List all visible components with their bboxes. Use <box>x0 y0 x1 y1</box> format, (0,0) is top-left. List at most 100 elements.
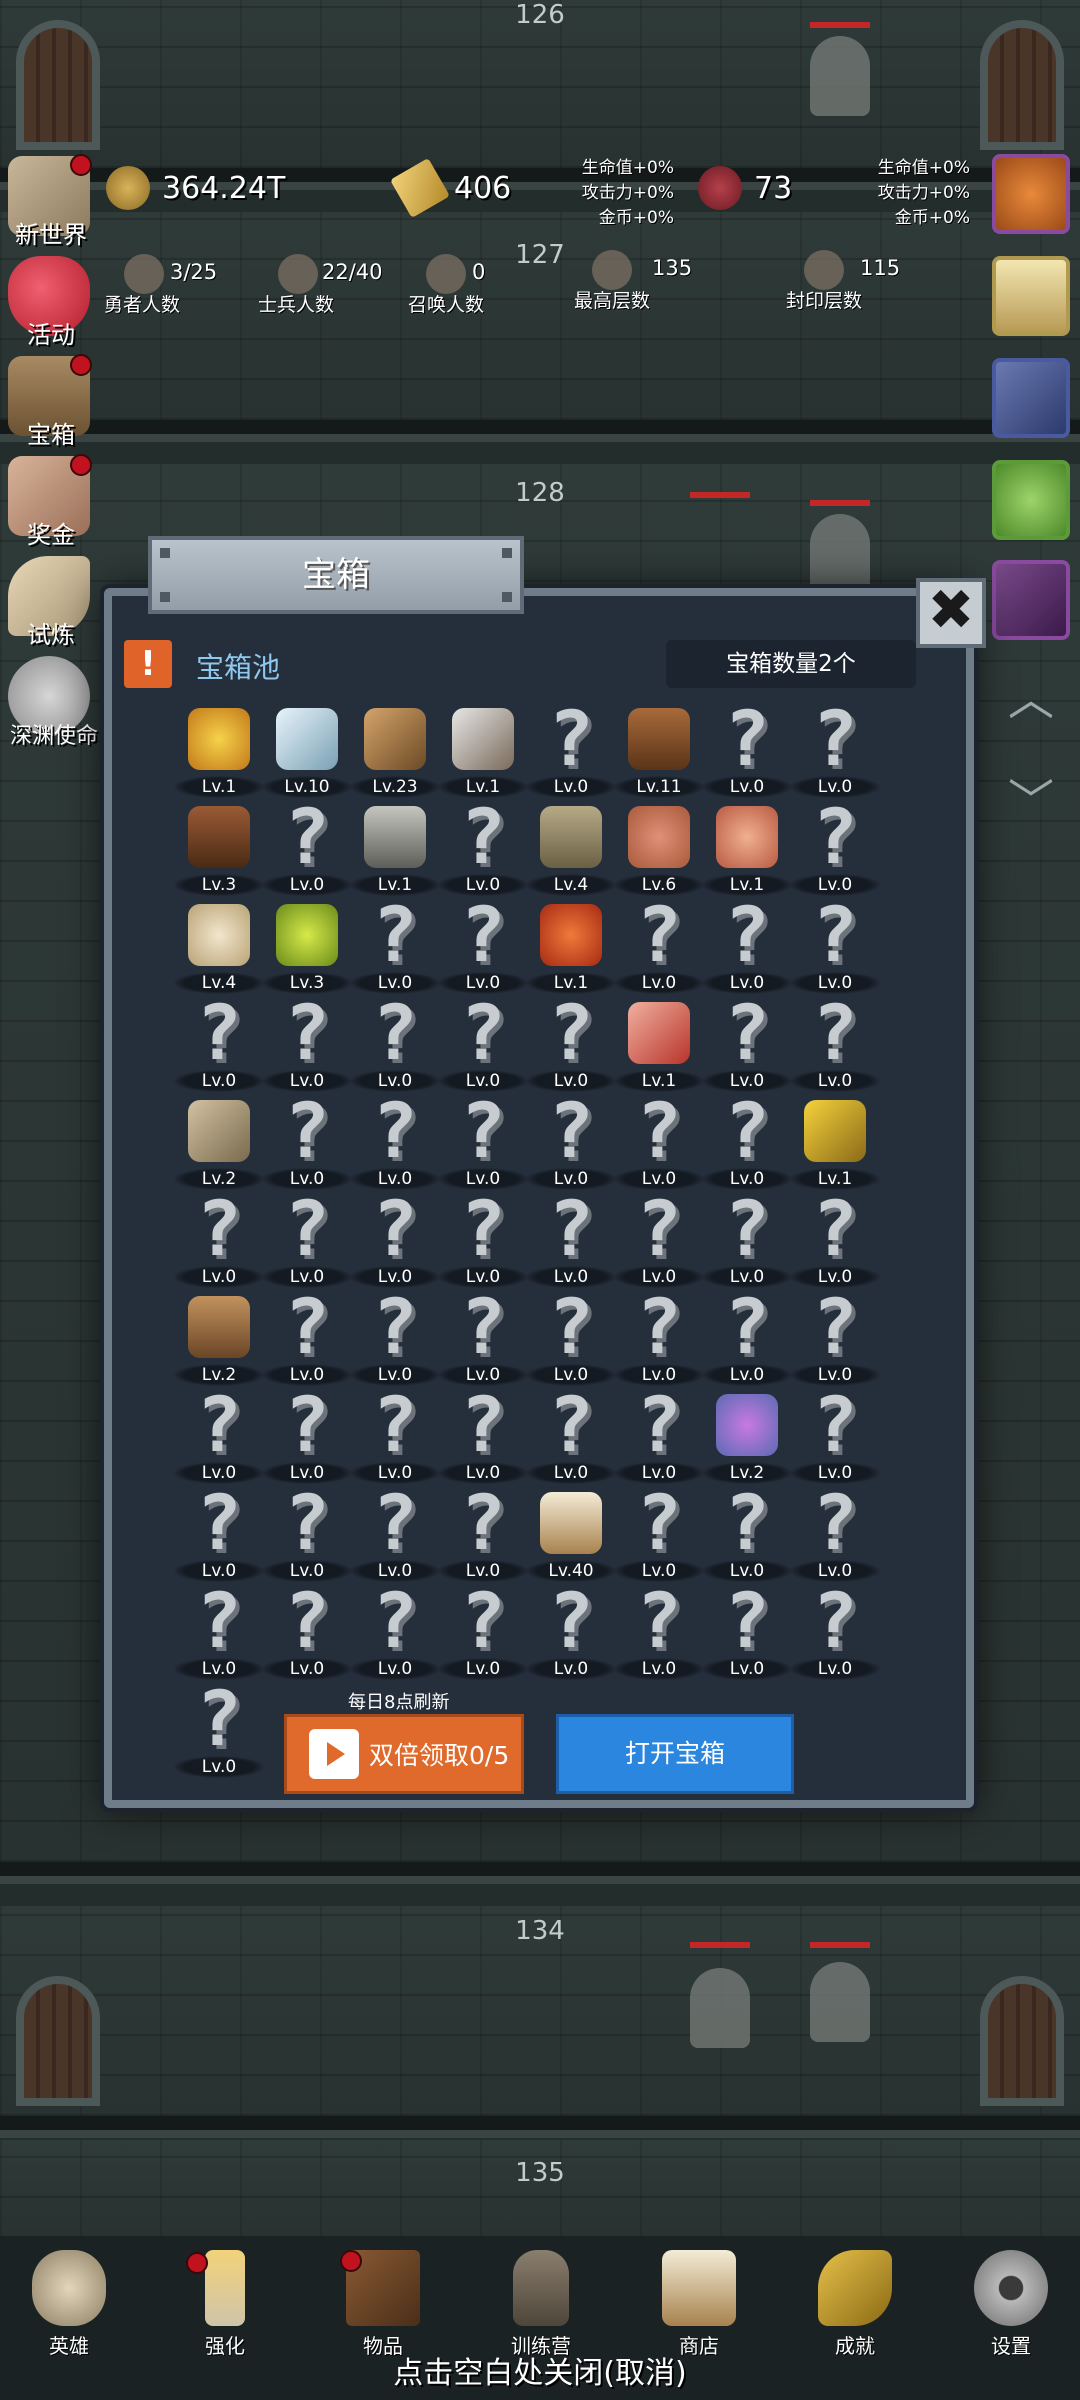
chest-item-slot[interactable]: Lv.1 <box>174 700 264 798</box>
chest-item-slot[interactable]: ? Lv.0 <box>790 896 880 994</box>
chest-item-slot[interactable]: ? Lv.0 <box>438 1386 528 1484</box>
chest-item-slot[interactable]: ? Lv.0 <box>614 896 704 994</box>
chest-item-slot[interactable]: ? Lv.0 <box>614 1386 704 1484</box>
double-claim-button[interactable]: 双倍领取0/5 <box>284 1714 524 1794</box>
chest-item-slot[interactable]: Lv.1 <box>702 798 792 896</box>
chest-item-slot[interactable]: ? Lv.0 <box>262 1190 352 1288</box>
chest-item-slot[interactable]: ? Lv.0 <box>702 1484 792 1582</box>
chest-item-slot[interactable]: ? Lv.0 <box>262 1092 352 1190</box>
chest-item-slot[interactable]: ? Lv.0 <box>174 1680 264 1778</box>
side-activity[interactable]: 活动 <box>0 256 96 349</box>
scroll-up-icon[interactable]: ︿ <box>996 664 1066 734</box>
chest-item-slot[interactable]: Lv.10 <box>262 700 352 798</box>
scroll-down-icon[interactable]: ﹀ <box>996 766 1066 836</box>
chest-item-slot[interactable]: Lv.4 <box>174 896 264 994</box>
chest-item-slot[interactable]: ? Lv.0 <box>702 1190 792 1288</box>
side-abyss-mission[interactable]: 深渊使命 <box>0 656 98 749</box>
chest-item-slot[interactable]: ? Lv.0 <box>438 798 528 896</box>
chest-item-slot[interactable]: ? Lv.0 <box>174 1386 264 1484</box>
chest-item-slot[interactable]: ? Lv.0 <box>350 1386 440 1484</box>
chest-item-slot[interactable]: ? Lv.0 <box>350 994 440 1092</box>
chest-item-slot[interactable]: Lv.1 <box>790 1092 880 1190</box>
chest-item-slot[interactable]: ? Lv.0 <box>526 1092 616 1190</box>
tap-to-close-hint[interactable]: 点击空白处关闭(取消) <box>0 2348 1080 2392</box>
chest-item-slot[interactable]: Lv.2 <box>174 1288 264 1386</box>
chest-item-slot[interactable]: ? Lv.0 <box>790 1190 880 1288</box>
chest-item-slot[interactable]: Lv.1 <box>438 700 528 798</box>
chest-item-slot[interactable]: ? Lv.0 <box>350 1288 440 1386</box>
chest-item-slot[interactable]: ? Lv.0 <box>614 1484 704 1582</box>
nav-hero[interactable]: 英雄 <box>14 2236 124 2366</box>
book-event-icon[interactable] <box>992 358 1070 438</box>
chest-item-slot[interactable]: ? Lv.0 <box>614 1092 704 1190</box>
chest-item-slot[interactable]: ? Lv.0 <box>526 1582 616 1680</box>
chest-item-slot[interactable]: ? Lv.0 <box>262 1484 352 1582</box>
chest-item-slot[interactable]: ? Lv.0 <box>350 1484 440 1582</box>
chest-item-slot[interactable]: ? Lv.0 <box>614 1288 704 1386</box>
chest-item-slot[interactable]: ? Lv.0 <box>526 1190 616 1288</box>
chest-item-slot[interactable]: ? Lv.0 <box>262 1288 352 1386</box>
chest-item-slot[interactable]: ? Lv.0 <box>790 700 880 798</box>
chest-item-slot[interactable]: ? Lv.0 <box>350 1582 440 1680</box>
chest-item-slot[interactable]: ? Lv.0 <box>526 1386 616 1484</box>
chest-item-slot[interactable]: ? Lv.0 <box>526 700 616 798</box>
chest-item-slot[interactable]: ? Lv.0 <box>702 1092 792 1190</box>
chest-item-slot[interactable]: ? Lv.0 <box>790 994 880 1092</box>
chest-item-slot[interactable]: ? Lv.0 <box>438 896 528 994</box>
chest-item-slot[interactable]: Lv.6 <box>614 798 704 896</box>
chest-item-slot[interactable]: ? Lv.0 <box>702 994 792 1092</box>
chest-item-slot[interactable]: ? Lv.0 <box>526 1288 616 1386</box>
chest-item-slot[interactable]: ? Lv.0 <box>438 1190 528 1288</box>
chest-item-slot[interactable]: Lv.3 <box>262 896 352 994</box>
chest-item-slot[interactable]: ? Lv.0 <box>350 1092 440 1190</box>
chest-item-slot[interactable]: Lv.3 <box>174 798 264 896</box>
chest-item-slot[interactable]: ? Lv.0 <box>262 798 352 896</box>
chest-item-slot[interactable]: ? Lv.0 <box>438 1582 528 1680</box>
chest-item-slot[interactable]: Lv.11 <box>614 700 704 798</box>
chest-item-slot[interactable]: ? Lv.0 <box>790 1484 880 1582</box>
side-trial[interactable]: 试炼 <box>0 556 96 649</box>
chest-item-slot[interactable]: ? Lv.0 <box>790 1582 880 1680</box>
chest-item-slot[interactable]: ? Lv.0 <box>790 1288 880 1386</box>
chest-item-slot[interactable]: Lv.2 <box>174 1092 264 1190</box>
nav-enhance[interactable]: 强化 <box>170 2236 280 2366</box>
close-icon[interactable]: ✖ <box>916 578 986 648</box>
nav-settings[interactable]: 设置 <box>956 2236 1066 2366</box>
chest-item-slot[interactable]: Lv.40 <box>526 1484 616 1582</box>
chest-item-slot[interactable]: ? Lv.0 <box>350 1190 440 1288</box>
chest-item-slot[interactable]: ? Lv.0 <box>790 798 880 896</box>
nav-items[interactable]: 物品 <box>328 2236 438 2366</box>
slime-event-icon[interactable] <box>992 460 1070 540</box>
nav-shop[interactable]: 商店 <box>644 2236 754 2366</box>
chest-item-slot[interactable]: ? Lv.0 <box>614 1582 704 1680</box>
chest-item-slot[interactable]: Lv.2 <box>702 1386 792 1484</box>
side-bonus[interactable]: 奖金 <box>0 454 96 549</box>
chest-item-slot[interactable]: ? Lv.0 <box>526 994 616 1092</box>
chest-item-slot[interactable]: Lv.23 <box>350 700 440 798</box>
chest-item-slot[interactable]: ? Lv.0 <box>174 1190 264 1288</box>
chest-item-slot[interactable]: Lv.1 <box>614 994 704 1092</box>
chest-item-slot[interactable]: ? Lv.0 <box>702 1288 792 1386</box>
chest-item-slot[interactable]: ? Lv.0 <box>438 1288 528 1386</box>
candle-event-icon[interactable] <box>992 256 1070 336</box>
chest-item-slot[interactable]: ? Lv.0 <box>262 994 352 1092</box>
side-treasure[interactable]: 宝箱 <box>0 354 96 449</box>
side-new-world[interactable]: 新世界 <box>0 154 96 249</box>
chest-item-slot[interactable]: ? Lv.0 <box>174 1582 264 1680</box>
chest-item-slot[interactable]: Lv.4 <box>526 798 616 896</box>
chest-item-slot[interactable]: ? Lv.0 <box>262 1386 352 1484</box>
chest-item-slot[interactable]: ? Lv.0 <box>438 994 528 1092</box>
chest-item-slot[interactable]: ? Lv.0 <box>702 896 792 994</box>
chest-item-slot[interactable]: ? Lv.0 <box>174 1484 264 1582</box>
chest-item-slot[interactable]: ? Lv.0 <box>438 1484 528 1582</box>
chest-item-slot[interactable]: ? Lv.0 <box>702 1582 792 1680</box>
chest-item-slot[interactable]: Lv.1 <box>350 798 440 896</box>
pumpkin-event-icon[interactable] <box>992 154 1070 234</box>
owl-event-icon[interactable] <box>992 560 1070 640</box>
nav-achievement[interactable]: 成就 <box>800 2236 910 2366</box>
chest-item-slot[interactable]: ? Lv.0 <box>614 1190 704 1288</box>
chest-item-slot[interactable]: ? Lv.0 <box>350 896 440 994</box>
nav-training-camp[interactable]: 训练营 <box>486 2236 596 2366</box>
chest-item-slot[interactable]: ? Lv.0 <box>790 1386 880 1484</box>
chest-item-slot[interactable]: ? Lv.0 <box>438 1092 528 1190</box>
